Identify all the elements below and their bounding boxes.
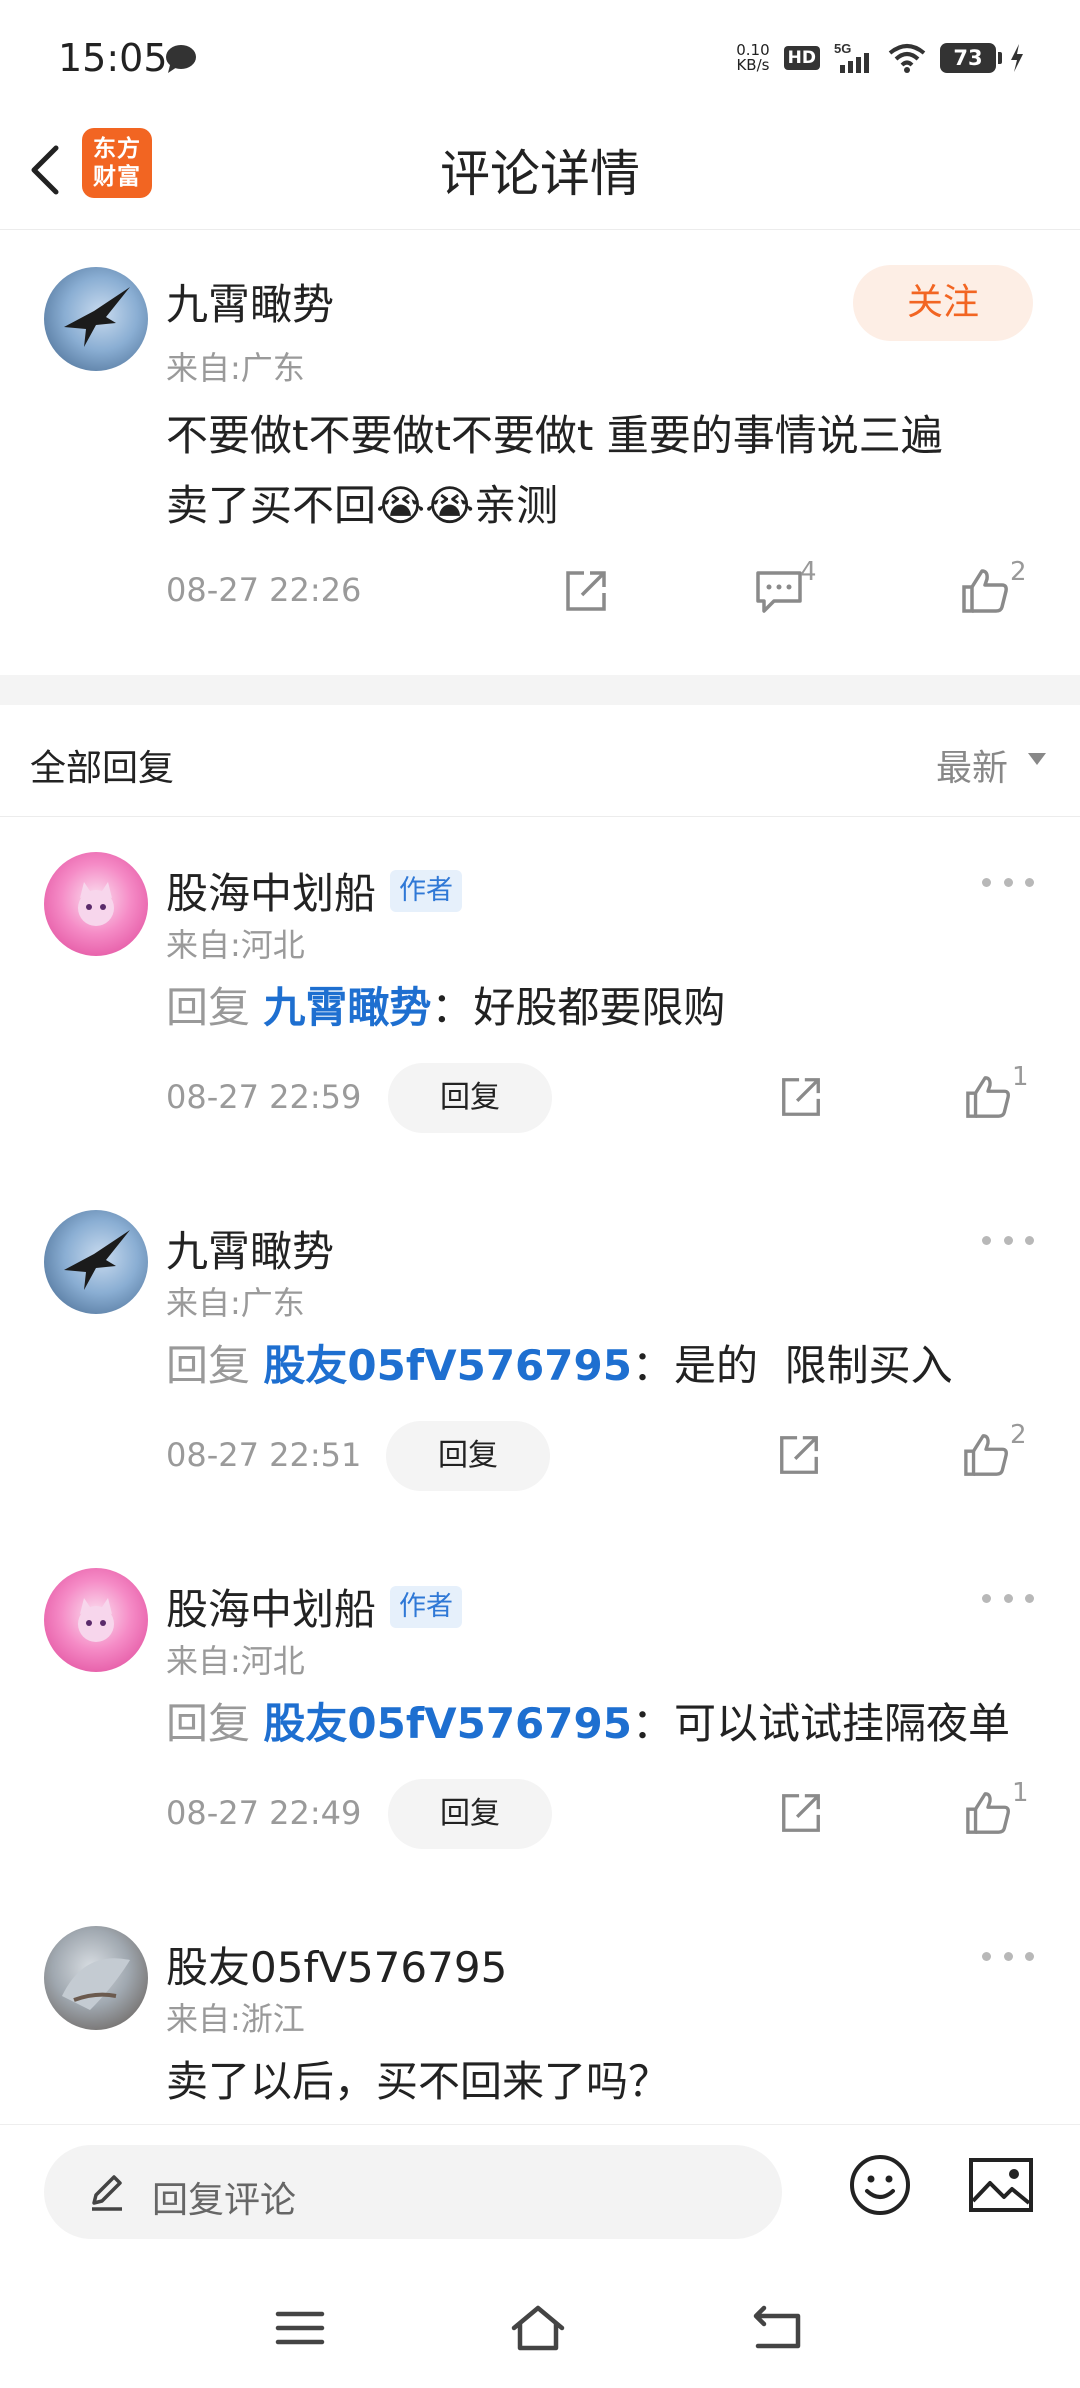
reply-author: 股友05fV576795 <box>166 1934 507 1995</box>
like-count: 2 <box>1010 557 1027 587</box>
status-time: 15:05 <box>58 36 168 80</box>
hd-icon: HD <box>783 46 820 70</box>
avatar[interactable] <box>44 1926 148 2030</box>
reply-button[interactable]: 回复 <box>386 1421 550 1491</box>
like-icon[interactable] <box>964 1074 1012 1120</box>
reply-location: 来自:河北 <box>166 1642 305 1680</box>
main-comment: 九霄瞰势 来自:广东 关注 不要做t不要做t不要做t 重要的事情说三遍 卖了买不… <box>0 231 1080 675</box>
author-tag: 作者 <box>390 869 463 912</box>
system-navigation-bar <box>0 2268 1080 2388</box>
status-bar: 15:05 0.10 KB/s HD 5G 73 <box>0 0 1080 110</box>
net-speed: 0.10 KB/s <box>736 41 770 74</box>
image-icon[interactable] <box>968 2157 1034 2213</box>
reply-text: 回复 股友05fV576795：可以试试挂隔夜单 <box>166 1699 1010 1748</box>
avatar[interactable] <box>44 852 148 956</box>
reply-time: 08-27 22:59 <box>166 1078 362 1116</box>
comment-count: 4 <box>800 557 817 587</box>
comment-time: 08-27 22:26 <box>166 571 362 609</box>
signal-5g-icon: 5G <box>834 41 869 73</box>
reply-author: 九霄瞰势 <box>166 1218 334 1279</box>
like-count: 1 <box>1012 1778 1029 1808</box>
reply-location: 来自:河北 <box>166 926 305 964</box>
avatar[interactable] <box>44 1210 148 1314</box>
pencil-icon <box>92 2175 122 2211</box>
battery-icon: 73 <box>940 43 1002 73</box>
svg-text:5G: 5G <box>834 41 851 56</box>
replies-header: 全部回复 最新 <box>0 705 1080 817</box>
reply-item: 股海中划船 作者 来自:河北 回复 股友05fV576795：可以试试挂隔夜单 … <box>0 1534 1080 1892</box>
reply-item: 股海中划船 作者 来自:河北 回复 九霄瞰势：好股都要限购 08-27 22:5… <box>0 818 1080 1176</box>
home-icon[interactable] <box>508 2298 568 2358</box>
menu-icon[interactable] <box>270 2298 330 2358</box>
reply-input-placeholder: 回复评论 <box>152 2180 297 2221</box>
reply-text: 卖了以后，买不回来了吗？ <box>166 2057 671 2106</box>
more-options-icon[interactable] <box>982 1236 1034 1250</box>
comment-text: 不要做t不要做t不要做t 重要的事情说三遍 卖了买不回😭😭亲测 <box>166 411 943 530</box>
author-name[interactable]: 股海中划船 <box>166 860 376 921</box>
nav-bar: 东方 财富 评论详情 <box>0 110 1080 230</box>
wifi-icon <box>888 44 926 73</box>
shark-avatar-icon <box>62 1958 130 2010</box>
reply-target-link[interactable]: 股友05fV576795 <box>263 1699 632 1748</box>
reply-location: 来自:广东 <box>166 1284 305 1322</box>
reply-time: 08-27 22:51 <box>166 1436 362 1474</box>
charging-icon <box>1011 44 1023 72</box>
reply-target-link[interactable]: 股友05fV576795 <box>263 1341 632 1390</box>
reply-text: 回复 股友05fV576795：是的 限制买入 <box>166 1341 953 1390</box>
more-options-icon[interactable] <box>982 878 1034 892</box>
author-name[interactable]: 九霄瞰势 <box>166 271 334 332</box>
author-name[interactable]: 股海中划船 <box>166 1576 376 1637</box>
like-icon[interactable] <box>962 1432 1010 1478</box>
like-count: 2 <box>1010 1420 1027 1450</box>
reply-button[interactable]: 回复 <box>388 1063 552 1133</box>
bird-avatar-icon <box>64 1230 130 1290</box>
chat-bubble-icon <box>166 45 196 73</box>
back-icon[interactable] <box>748 2298 808 2358</box>
reply-button[interactable]: 回复 <box>388 1779 552 1849</box>
caret-down-icon[interactable] <box>1028 753 1046 765</box>
reply-location: 来自:浙江 <box>166 2000 305 2038</box>
cat-avatar-icon <box>78 1598 114 1642</box>
sort-selector[interactable]: 最新 <box>936 739 1008 791</box>
reply-text: 回复 九霄瞰势：好股都要限购 <box>166 983 726 1032</box>
reply-item: 股友05fV576795 来自:浙江 卖了以后，买不回来了吗？ <box>0 1892 1080 2124</box>
reply-time: 08-27 22:49 <box>166 1794 362 1832</box>
reply-author: 股海中划船 作者 <box>166 860 463 921</box>
author-tag: 作者 <box>390 1585 463 1628</box>
like-icon[interactable] <box>964 1790 1012 1836</box>
avatar[interactable] <box>44 267 148 371</box>
share-icon[interactable] <box>562 567 610 615</box>
reply-input-bar: 回复评论 <box>0 2124 1080 2268</box>
page-title: 评论详情 <box>440 145 640 203</box>
reply-input[interactable]: 回复评论 <box>44 2145 782 2239</box>
reply-item: 九霄瞰势 来自:广东 回复 股友05fV576795：是的 限制买入 08-27… <box>0 1176 1080 1534</box>
section-divider <box>0 675 1080 705</box>
author-name[interactable]: 股友05fV576795 <box>166 1934 507 1995</box>
share-icon[interactable] <box>776 1432 822 1478</box>
author-location: 来自:广东 <box>166 349 305 387</box>
author-name[interactable]: 九霄瞰势 <box>166 1218 334 1279</box>
like-count: 1 <box>1012 1062 1029 1092</box>
bird-avatar-icon <box>64 287 130 347</box>
like-icon[interactable] <box>960 567 1010 615</box>
cat-avatar-icon <box>78 882 114 926</box>
more-options-icon[interactable] <box>982 1952 1034 1966</box>
more-options-icon[interactable] <box>982 1594 1034 1608</box>
comment-icon[interactable] <box>754 567 804 615</box>
share-icon[interactable] <box>778 1790 824 1836</box>
emoji-icon[interactable] <box>848 2153 912 2217</box>
status-icons: 0.10 KB/s HD 5G 73 <box>736 38 1024 78</box>
share-icon[interactable] <box>778 1074 824 1120</box>
crying-emoji: 😭😭 <box>376 481 475 530</box>
reply-author: 股海中划船 作者 <box>166 1576 463 1637</box>
follow-button[interactable]: 关注 <box>853 265 1033 341</box>
all-replies-title: 全部回复 <box>30 748 175 789</box>
avatar[interactable] <box>44 1568 148 1672</box>
reply-target-link[interactable]: 九霄瞰势 <box>263 983 431 1032</box>
